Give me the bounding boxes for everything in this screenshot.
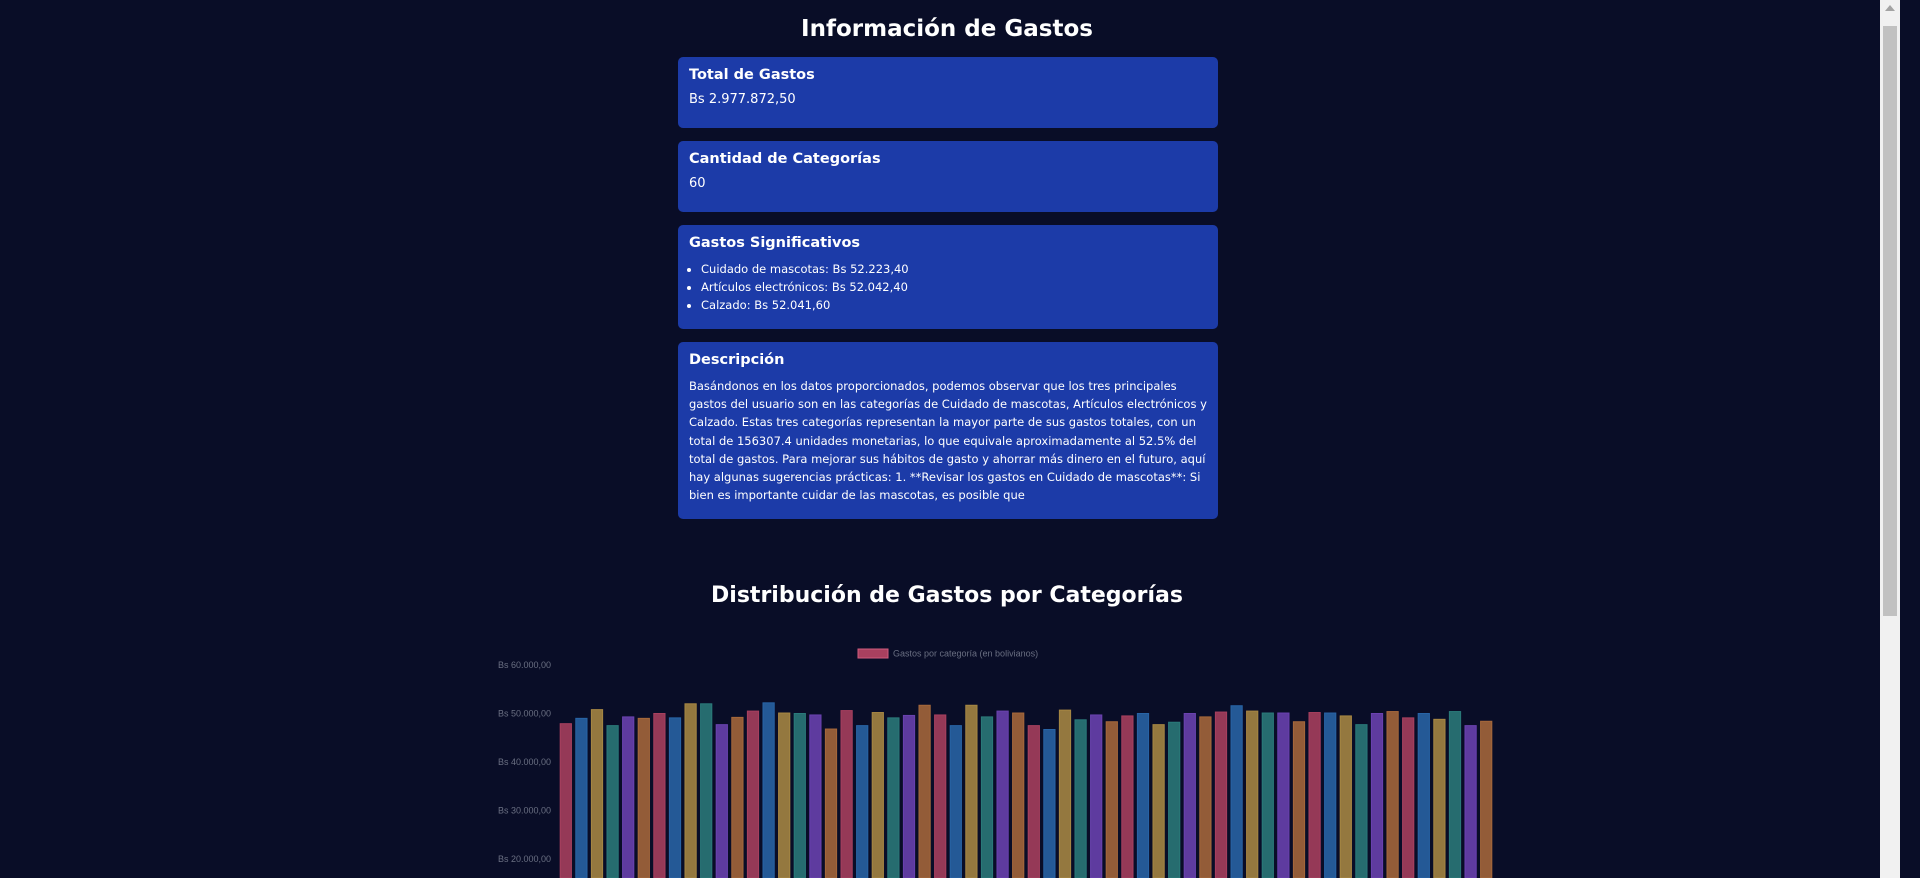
bar <box>1074 719 1087 878</box>
bar <box>1121 715 1134 878</box>
legend-label: Gastos por categoría (en bolivianos) <box>893 649 1038 659</box>
bar <box>918 704 931 878</box>
bar <box>1043 729 1056 878</box>
bar <box>622 716 635 878</box>
bar <box>980 716 994 878</box>
bar <box>746 710 760 878</box>
bar <box>856 725 869 878</box>
bar <box>1152 724 1165 878</box>
y-tick-label: Bs 20.000,00 <box>498 854 551 864</box>
legend-swatch <box>857 648 889 659</box>
bar <box>793 713 806 878</box>
bar <box>1324 712 1337 878</box>
bar <box>1168 721 1181 878</box>
bar <box>840 710 853 878</box>
bar <box>1027 725 1040 878</box>
bar <box>1386 711 1399 878</box>
bar <box>887 717 900 878</box>
bar <box>762 702 775 878</box>
y-tick-label: Bs 30.000,00 <box>498 806 551 816</box>
y-tick-label: Bs 60.000,00 <box>498 660 551 670</box>
bar-chart: Bs 20.000,00 Bs 30.000,00 Bs 40.000,00 Bs 5… <box>498 648 1493 878</box>
bar <box>996 710 1009 878</box>
scroll-up-arrow-icon[interactable] <box>1885 5 1895 11</box>
bar <box>1090 714 1103 878</box>
scrollbar-thumb[interactable] <box>1883 26 1897 616</box>
bar <box>1230 705 1243 878</box>
bar <box>871 712 884 878</box>
bar <box>965 704 978 878</box>
bar <box>1183 713 1196 878</box>
bar <box>1308 712 1321 878</box>
bar <box>1448 711 1462 878</box>
bar <box>1480 720 1493 878</box>
bar <box>1214 711 1228 878</box>
bar <box>902 714 916 878</box>
bar <box>668 717 682 878</box>
bar <box>700 703 713 878</box>
bar <box>715 724 728 878</box>
bar <box>559 723 572 878</box>
bar <box>1292 721 1306 878</box>
bar <box>606 725 619 878</box>
bar <box>1433 718 1446 878</box>
bar <box>1105 721 1118 878</box>
bar <box>824 728 838 878</box>
bar <box>934 714 947 878</box>
bar <box>684 703 697 878</box>
y-tick-label: Bs 40.000,00 <box>498 757 551 767</box>
vertical-scrollbar[interactable] <box>1880 0 1900 878</box>
bar <box>1261 712 1274 878</box>
bar <box>590 709 604 878</box>
bar <box>1277 712 1290 878</box>
bar <box>1339 715 1352 878</box>
bar <box>1464 725 1477 878</box>
bar <box>1417 713 1430 878</box>
bar <box>1370 713 1384 878</box>
bar <box>637 717 650 878</box>
bar <box>653 713 666 878</box>
page: Información de Gastos Total de Gastos Bs… <box>0 0 1900 878</box>
bar <box>1136 713 1150 878</box>
y-tick-label: Bs 50.000,00 <box>498 709 551 719</box>
bar <box>1012 712 1025 878</box>
bar <box>1199 716 1212 878</box>
bar <box>1402 717 1415 878</box>
bar <box>575 717 588 878</box>
bar <box>1355 724 1368 878</box>
bar <box>809 714 822 878</box>
bar <box>949 725 962 878</box>
bar <box>1058 709 1072 878</box>
bar <box>731 716 744 878</box>
bar <box>1246 710 1259 878</box>
bar <box>778 712 791 878</box>
